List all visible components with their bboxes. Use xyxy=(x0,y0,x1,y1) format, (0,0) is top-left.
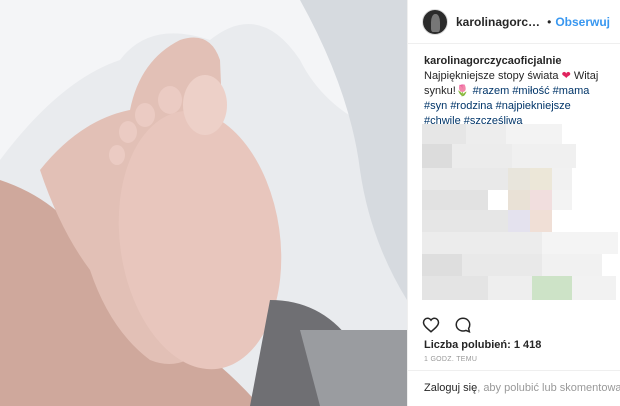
blur-block xyxy=(422,144,452,168)
caption-username[interactable]: karolinagorczycaoficjalnie xyxy=(424,55,562,67)
blur-block xyxy=(530,210,552,232)
blur-block xyxy=(530,168,552,190)
comments-pixelated xyxy=(422,124,618,314)
blur-block xyxy=(422,276,488,300)
blur-block xyxy=(552,190,572,210)
hashtag-link[interactable]: #miłość xyxy=(512,85,549,97)
blur-block xyxy=(512,144,576,168)
blur-block xyxy=(422,190,488,210)
blur-block xyxy=(462,254,542,276)
blur-block xyxy=(422,254,462,276)
blur-block xyxy=(530,190,552,210)
blur-block xyxy=(508,190,530,210)
blur-block xyxy=(422,232,542,254)
blur-block xyxy=(572,276,616,300)
side-panel: karolinagorczycaoficjal... • Obserwuj ka… xyxy=(407,0,620,406)
blur-block xyxy=(466,124,506,144)
header-username[interactable]: karolinagorczycaoficjal... xyxy=(456,15,543,29)
post-header: karolinagorczycaoficjal... • Obserwuj xyxy=(408,0,620,44)
login-footer: Zaloguj się, aby polubić lub skomentować… xyxy=(408,370,620,406)
action-bar xyxy=(422,316,472,334)
blur-block xyxy=(488,276,532,300)
avatar[interactable] xyxy=(422,8,448,35)
caption-text-1: Najpiękniejsze stopy świata xyxy=(424,70,559,82)
blur-block xyxy=(452,144,512,168)
hashtag-link[interactable]: #mama xyxy=(553,85,590,97)
blur-block xyxy=(542,232,618,254)
blur-block xyxy=(422,168,508,190)
post-photo[interactable] xyxy=(0,0,407,406)
baby-feet-photo xyxy=(0,0,407,406)
instagram-post: karolinagorczycaoficjal... • Obserwuj ka… xyxy=(0,0,620,406)
like-count[interactable]: Liczba polubień: 1 418 xyxy=(424,339,541,351)
blur-block xyxy=(422,210,508,232)
blur-block xyxy=(508,210,530,232)
heart-emoji: ❤ xyxy=(561,70,571,82)
header-separator: • xyxy=(547,14,552,29)
post-timestamp[interactable]: 1 GODZ. TEMU xyxy=(424,356,477,363)
heart-outline-icon[interactable] xyxy=(422,316,440,334)
blur-block xyxy=(422,124,466,144)
blur-block xyxy=(552,168,572,190)
login-prompt: , aby polubić lub skomentować. xyxy=(477,382,620,394)
hashtag-link[interactable]: #razem xyxy=(473,85,510,97)
blur-block xyxy=(542,254,602,276)
tulip-emoji: 🌷 xyxy=(455,85,470,97)
blur-block xyxy=(506,124,562,144)
post-caption: karolinagorczycaoficjalnie Najpiękniejsz… xyxy=(408,44,620,129)
login-link[interactable]: Zaloguj się xyxy=(424,382,477,394)
follow-button[interactable]: Obserwuj xyxy=(555,15,610,29)
speech-bubble-icon[interactable] xyxy=(454,316,472,334)
hashtag-link[interactable]: #syn xyxy=(424,100,447,112)
blur-block xyxy=(508,168,530,190)
hashtag-link[interactable]: #rodzina xyxy=(450,100,492,112)
hashtag-link[interactable]: #najpiekniejsze xyxy=(496,100,571,112)
blur-block xyxy=(532,276,572,300)
